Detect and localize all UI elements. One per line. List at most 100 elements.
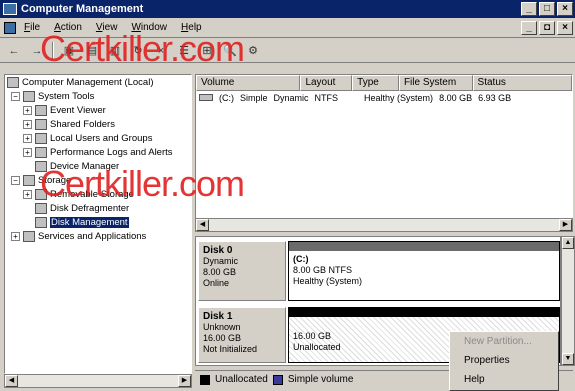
tree-item-shared-folders[interactable]: + Shared Folders [5, 117, 191, 131]
scroll-up-icon[interactable]: ▲ [562, 237, 574, 249]
expand-icon[interactable]: + [23, 147, 32, 157]
tree-item-label: Local Users and Groups [50, 132, 153, 144]
menu-window[interactable]: Window [131, 22, 167, 33]
disk-1-label[interactable]: Disk 1 Unknown 16.00 GB Not Initialized [198, 307, 286, 363]
window-title: Computer Management [21, 3, 144, 15]
forward-arrow-icon[interactable]: → [27, 42, 47, 60]
settings-icon[interactable]: ⚙ [243, 42, 263, 60]
expand-icon[interactable]: + [23, 105, 32, 115]
menu-help[interactable]: Help [181, 22, 202, 33]
disk-0-block[interactable]: Disk 0 Dynamic 8.00 GB Online (C:) 8.00 … [198, 241, 560, 301]
disk-state: Not Initialized [203, 344, 258, 354]
menu-item-new-partition[interactable]: New Partition... [450, 332, 558, 351]
tree-item-device-manager[interactable]: Device Manager [5, 159, 191, 173]
scroll-right-icon[interactable]: ▶ [178, 375, 191, 387]
tree-item-disk-defragmenter[interactable]: Disk Defragmenter [5, 201, 191, 215]
child-close-button[interactable]: × [557, 21, 573, 35]
document-icon[interactable] [4, 21, 16, 34]
legend-swatch-unallocated [200, 374, 210, 385]
tree-item-label: Performance Logs and Alerts [50, 146, 173, 158]
menu-view[interactable]: View [96, 22, 118, 33]
back-arrow-icon[interactable]: ← [4, 42, 24, 60]
disk-0-partition-c[interactable]: (C:) 8.00 GB NTFS Healthy (System) [288, 241, 560, 301]
defragmenter-icon [35, 202, 47, 214]
column-header-volume[interactable]: Volume [196, 75, 301, 91]
partition-status: Healthy (System) [293, 276, 363, 286]
close-button[interactable]: × [557, 2, 573, 16]
menu-action[interactable]: Action [54, 22, 82, 33]
tree-item-services-applications[interactable]: + Services and Applications [5, 229, 191, 243]
folder-icon [35, 118, 47, 130]
partition-color-bar [289, 242, 559, 251]
tree-item-disk-management[interactable]: Disk Management [5, 215, 191, 229]
drive-icon [199, 94, 213, 101]
volume-capacity: 8.00 GB [439, 92, 473, 103]
minimize-button[interactable]: _ [521, 2, 537, 16]
removable-storage-icon [35, 188, 47, 200]
menu-item-properties[interactable]: Properties [450, 351, 558, 370]
tree-item-label: Disk Management [50, 216, 129, 228]
tree-item-local-users[interactable]: + Local Users and Groups [5, 131, 191, 145]
expand-icon[interactable]: + [23, 189, 32, 199]
volume-row[interactable]: (C:) Simple Dynamic NTFS Healthy (System… [196, 91, 572, 104]
tree-item-label: Storage [38, 174, 72, 186]
list-icon[interactable]: ☰ [174, 42, 194, 60]
grid-icon[interactable]: ⊞ [197, 42, 217, 60]
tree-horizontal-scrollbar[interactable]: ◀ ▶ [4, 374, 192, 388]
disk-0-label[interactable]: Disk 0 Dynamic 8.00 GB Online [198, 241, 286, 301]
scroll-left-icon[interactable]: ◀ [196, 219, 209, 231]
maximize-button[interactable]: □ [539, 2, 555, 16]
scroll-right-icon[interactable]: ▶ [559, 219, 572, 231]
refresh-icon[interactable]: ↻ [128, 42, 148, 60]
device-manager-icon [35, 160, 47, 172]
expand-icon[interactable]: + [23, 133, 32, 143]
show-hide-tree-icon[interactable]: ▤ [82, 42, 102, 60]
toolbar-separator [52, 41, 54, 60]
scroll-left-icon[interactable]: ◀ [5, 375, 18, 387]
disk-vertical-scrollbar[interactable]: ▲ ▼ [561, 236, 575, 366]
volume-layout: Simple [240, 92, 268, 103]
tree-item-system-tools[interactable]: − System Tools [5, 89, 191, 103]
column-header-status[interactable]: Status [472, 75, 572, 91]
storage-icon [23, 174, 35, 186]
tree-item-removable-storage[interactable]: + Removable Storage [5, 187, 191, 201]
legend-label-unallocated: Unallocated [215, 374, 268, 385]
expand-icon[interactable]: + [11, 231, 20, 241]
child-restore-button[interactable]: ◘ [539, 21, 555, 35]
collapse-icon[interactable]: − [11, 91, 20, 101]
volume-list: Volume Layout Type File System Status (C… [195, 74, 573, 232]
context-menu: New Partition... Properties Help [449, 331, 559, 391]
disk-kind: Dynamic [203, 256, 239, 266]
tree-item-storage[interactable]: − Storage [5, 173, 191, 187]
delete-icon[interactable]: × [151, 42, 171, 60]
volume-horizontal-scrollbar[interactable]: ◀ ▶ [195, 218, 573, 232]
tree-item-computer-management[interactable]: Computer Management (Local) [5, 75, 191, 89]
tree-item-label: Removable Storage [50, 188, 134, 200]
disk-state: Online [203, 278, 230, 288]
tree-item-performance-logs[interactable]: + Performance Logs and Alerts [5, 145, 191, 159]
menu-bar: File Action View Window Help _ ◘ × [0, 18, 575, 38]
properties-icon[interactable]: ▥ [105, 42, 125, 60]
column-header-type[interactable]: Type [352, 75, 399, 91]
disk-name: Disk 0 [203, 245, 233, 256]
search-icon[interactable]: 🔍 [220, 42, 240, 60]
partition-color-bar [289, 308, 559, 317]
expand-icon[interactable]: + [23, 119, 32, 129]
column-header-file-system[interactable]: File System [398, 75, 473, 91]
up-level-icon[interactable]: ▣ [59, 42, 79, 60]
menu-file[interactable]: File [24, 22, 40, 33]
scroll-down-icon[interactable]: ▼ [562, 353, 574, 365]
disk-name: Disk 1 [203, 311, 233, 322]
users-icon [35, 132, 47, 144]
tree-item-event-viewer[interactable]: + Event Viewer [5, 103, 191, 117]
tree-item-label: Computer Management (Local) [22, 76, 154, 88]
volume-free-space: 6.93 GB [478, 92, 512, 103]
menu-item-help[interactable]: Help [450, 370, 558, 389]
tree-item-label: System Tools [38, 90, 95, 102]
collapse-icon[interactable]: − [11, 175, 20, 185]
console-tree: Computer Management (Local) − System Too… [4, 74, 192, 374]
partition-title: (C:) [293, 254, 309, 264]
column-header-layout[interactable]: Layout [300, 75, 353, 91]
event-viewer-icon [35, 104, 47, 116]
child-minimize-button[interactable]: _ [521, 21, 537, 35]
